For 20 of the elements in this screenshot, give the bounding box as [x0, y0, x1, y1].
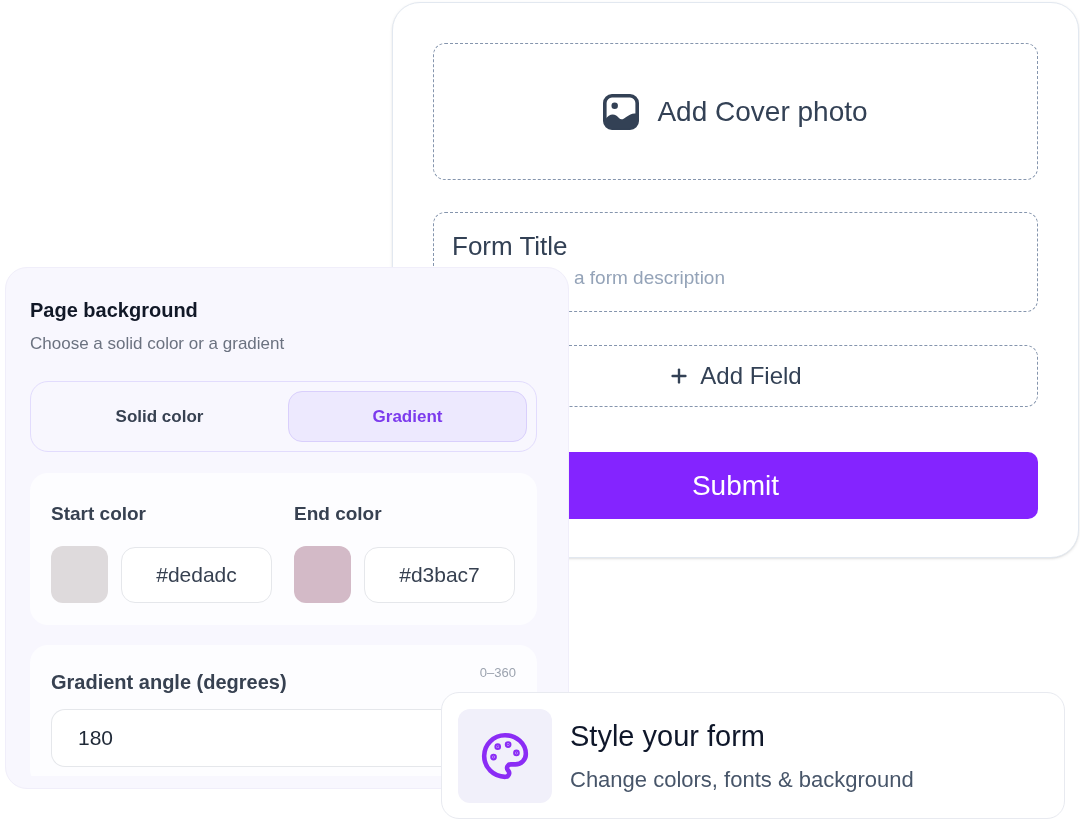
- promo-subtitle: Change colors, fonts & background: [570, 765, 914, 794]
- angle-input[interactable]: 180: [51, 709, 441, 767]
- color-swatch-icon[interactable]: [51, 546, 108, 603]
- color-label: End color: [294, 502, 382, 526]
- mode-tab[interactable]: Gradient: [288, 391, 527, 442]
- angle-label: Gradient angle (degrees): [51, 670, 287, 695]
- color-label: Start color: [51, 502, 147, 526]
- color-swatch-icon[interactable]: [294, 546, 351, 603]
- add-cover-photo-button[interactable]: Add Cover photo: [433, 43, 1038, 180]
- submit-button[interactable]: Submit: [569, 452, 1038, 519]
- panel-subtitle: Choose a solid color or a gradient: [30, 333, 285, 355]
- promo-title: Style your form: [570, 718, 765, 754]
- hex-input[interactable]: #dedadc: [121, 546, 272, 603]
- palette-icon: [458, 708, 552, 803]
- angle-range: 0–360: [479, 665, 516, 681]
- panel-title: Page background: [30, 298, 198, 323]
- mode-tab[interactable]: Solid color: [40, 391, 279, 442]
- form-title[interactable]: Form Title: [452, 230, 568, 262]
- hex-input[interactable]: #d3bac7: [364, 546, 515, 603]
- image-icon: [603, 93, 640, 130]
